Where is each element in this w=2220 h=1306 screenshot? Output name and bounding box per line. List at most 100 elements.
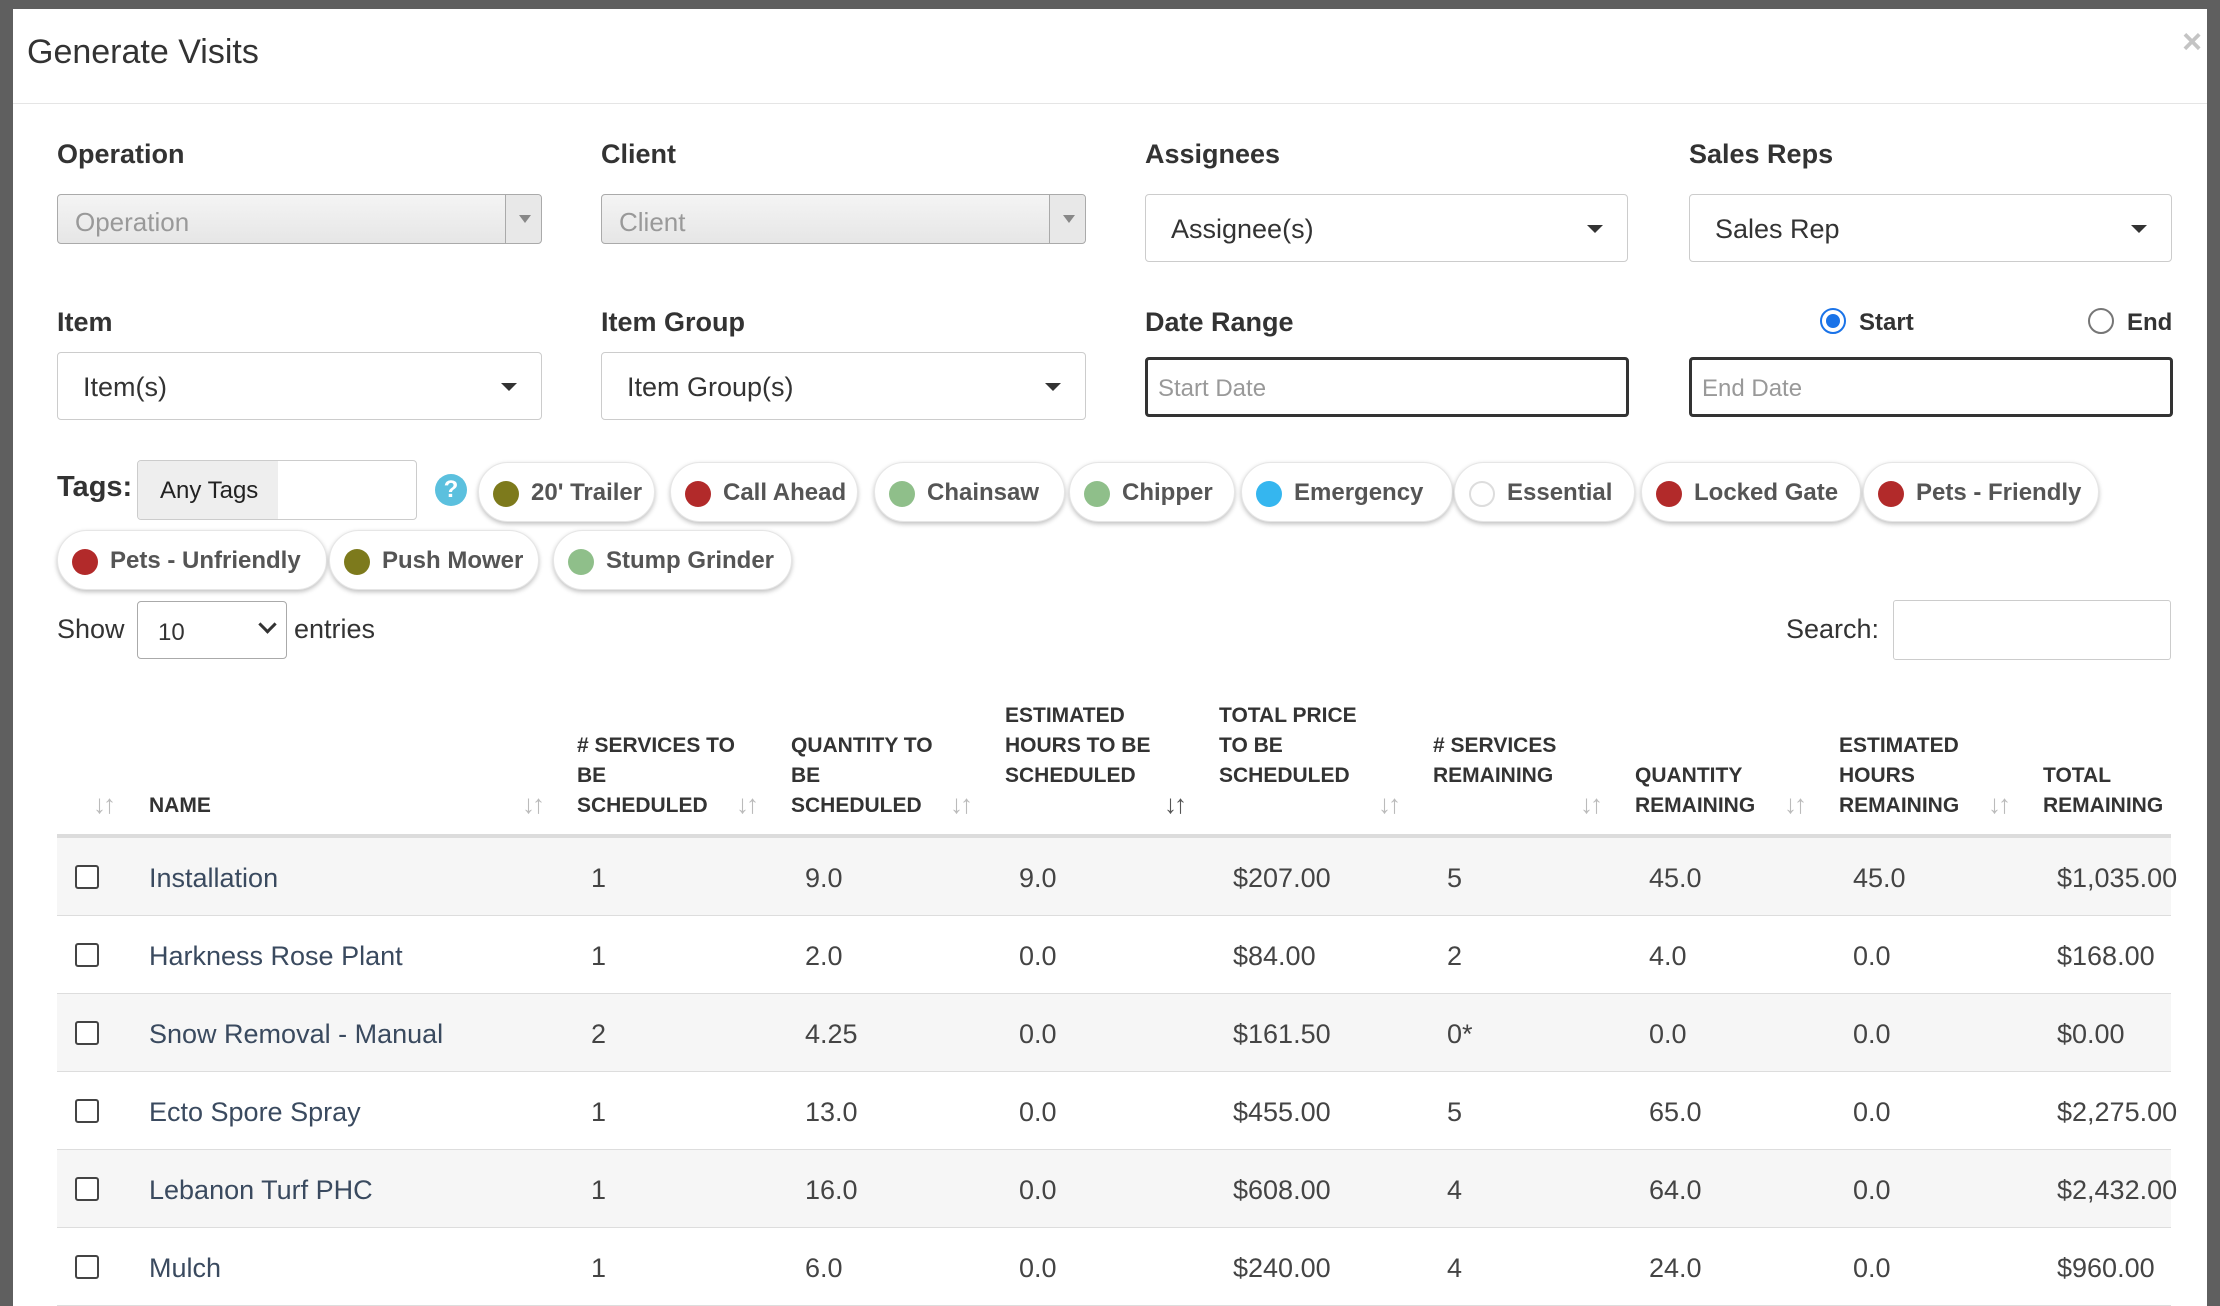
cell-hours: 0.0 [1019,1175,1057,1205]
col-header-quantity-remaining[interactable]: Quantity Remaining [1635,761,1785,821]
caret-down-icon [1587,225,1603,233]
entries-label: entries [294,614,376,644]
tag-locked-gate[interactable]: Locked Gate [1641,462,1861,522]
cell-name[interactable]: Ecto Spore Spray [149,1097,361,1128]
tag-chipper[interactable]: Chipper [1069,462,1235,522]
col-header-services-remaining[interactable]: # Services Remaining [1433,731,1573,791]
tag-push-mower[interactable]: Push Mower [329,530,539,590]
row-checkbox[interactable] [75,865,99,889]
col-header-total-price[interactable]: Total Price to be Scheduled [1219,701,1369,791]
tag-label: Chainsaw [927,479,1040,506]
tag-color-dot [493,481,519,507]
sort-icon[interactable]: ↓↑ [1784,789,1807,820]
row-checkbox[interactable] [75,1177,99,1201]
start-date-input[interactable]: Start Date [1145,357,1629,417]
tag-call-ahead[interactable]: Call Ahead [670,462,858,522]
tag-emergency[interactable]: Emergency [1241,462,1453,522]
tag-label: Chipper [1122,479,1213,506]
caret-down-icon [2131,225,2147,233]
assignees-value: Assignee(s) [1171,214,1314,244]
sort-icon[interactable]: ↓↑ [950,789,973,820]
cell-services-remaining: 5 [1447,863,1463,893]
tag-stump-grinder[interactable]: Stump Grinder [553,530,792,590]
tag-label: Call Ahead [723,479,847,506]
item-select[interactable]: Item(s) [57,352,542,420]
tag-label: Pets - Unfriendly [110,547,301,574]
row-checkbox[interactable] [75,1021,99,1045]
assignees-select[interactable]: Assignee(s) [1145,194,1628,262]
cell-services-remaining: 0* [1447,1019,1473,1049]
tag-pets-unfriendly[interactable]: Pets - Unfriendly [57,530,327,590]
generate-visits-modal: Generate Visits × Operation Operation Cl… [13,9,2207,1306]
cell-name[interactable]: Snow Removal - Manual [149,1019,443,1050]
cell-name[interactable]: Installation [149,863,278,894]
sort-desc-icon[interactable]: ↓↑ [1164,789,1187,820]
cell-qty-remaining: 65.0 [1649,1097,1702,1127]
tag-color-dot [1656,481,1682,507]
col-header-est-hours[interactable]: Estimated Hours to be Scheduled [1005,701,1155,791]
tag-20-trailer[interactable]: 20' Trailer [478,462,655,522]
cell-qty-remaining: 64.0 [1649,1175,1702,1205]
sort-icon[interactable]: ↓↑ [1580,789,1603,820]
tag-label: Emergency [1294,479,1424,506]
end-date-input[interactable]: End Date [1689,357,2173,417]
chevron-down-icon [1049,195,1085,243]
sort-icon[interactable]: ↓↑ [1988,789,2011,820]
operation-select[interactable]: Operation [57,194,542,244]
cell-qty-remaining: 24.0 [1649,1253,1702,1283]
tags-mode-input[interactable]: Any Tags [137,460,417,520]
col-header-name[interactable]: Name [149,791,389,821]
col-header-hours-remaining[interactable]: Estimated Hours Remaining [1839,731,1989,821]
start-radio-label: Start [1859,309,1914,336]
tag-chainsaw[interactable]: Chainsaw [874,462,1065,522]
cell-qty: 16.0 [805,1175,858,1205]
help-icon[interactable]: ? [435,474,467,506]
col-header-services[interactable]: # Services to be Scheduled [577,731,737,821]
cell-price: $608.00 [1233,1175,1331,1205]
assignees-label: Assignees [1145,139,1281,169]
col-header-total-remaining[interactable]: Total Remaining [2043,761,2183,821]
cell-hours: 0.0 [1019,941,1057,971]
sort-icon[interactable]: ↓↑ [736,789,759,820]
row-checkbox[interactable] [75,1255,99,1279]
cell-total-remaining: $1,035.00 [2057,863,2178,893]
sort-icon[interactable]: ↓↑ [93,789,116,820]
cell-qty-remaining: 45.0 [1649,863,1702,893]
row-checkbox[interactable] [75,943,99,967]
tag-color-dot [889,481,915,507]
entries-select[interactable]: 10 [137,601,287,659]
cell-hours: 0.0 [1019,1019,1057,1049]
cell-qty: 6.0 [805,1253,843,1283]
modal-title: Generate Visits [27,33,259,71]
sort-icon[interactable]: ↓↑ [1378,789,1401,820]
end-radio-label: End [2127,309,2173,336]
cell-price: $161.50 [1233,1019,1331,1049]
item-group-label: Item Group [601,307,746,337]
sales-reps-select[interactable]: Sales Rep [1689,194,2172,262]
item-group-select[interactable]: Item Group(s) [601,352,1086,420]
tag-pets-friendly[interactable]: Pets - Friendly [1863,462,2099,522]
col-header-quantity[interactable]: Quantity to be Scheduled [791,731,951,821]
end-radio[interactable] [2088,308,2114,334]
cell-name[interactable]: Harkness Rose Plant [149,941,403,972]
tag-label: Push Mower [382,547,524,574]
client-select[interactable]: Client [601,194,1086,244]
tag-essential[interactable]: Essential [1454,462,1635,522]
sort-icon[interactable]: ↓↑ [522,789,545,820]
cell-qty: 13.0 [805,1097,858,1127]
tags-mode-chip[interactable]: Any Tags [138,461,278,519]
cell-services-remaining: 4 [1447,1175,1463,1205]
start-radio[interactable] [1820,308,1846,334]
cell-name[interactable]: Lebanon Turf PHC [149,1175,373,1206]
row-checkbox[interactable] [75,1099,99,1123]
search-input[interactable] [1893,600,2171,660]
tags-label: Tags: [57,471,133,503]
cell-qty: 4.25 [805,1019,858,1049]
close-icon[interactable]: × [2177,23,2207,62]
cell-name[interactable]: Mulch [149,1253,221,1284]
entries-value: 10 [158,619,185,646]
cell-qty: 9.0 [805,863,843,893]
tag-color-dot [568,549,594,575]
cell-services: 2 [591,1019,607,1049]
caret-down-icon [1045,383,1061,391]
